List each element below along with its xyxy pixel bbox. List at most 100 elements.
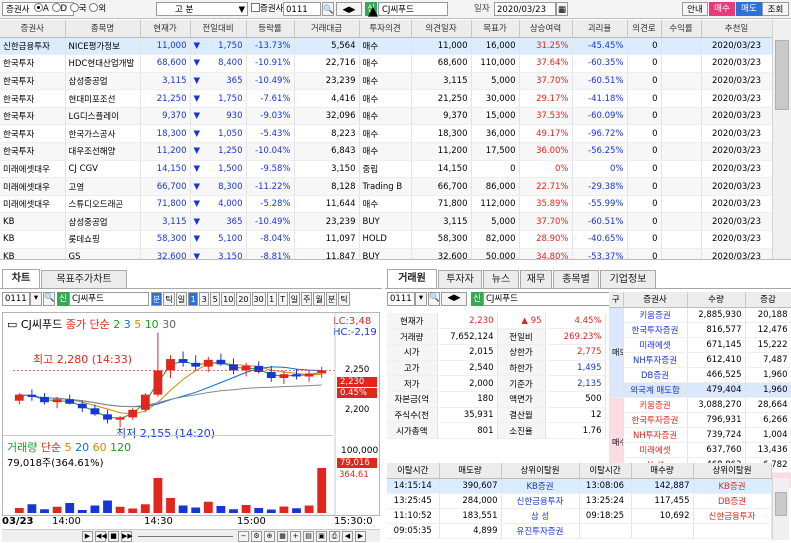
table-row[interactable]: 한국투자 대우조선해양 11,200 ▼ 1,250 -10.04% 6,843 매수 11,2…	[0, 142, 773, 161]
broker-checkbox[interactable]	[251, 3, 260, 12]
table-row[interactable]: 한국투자 LG디스플레이 9,370 ▼ 930 -9.03% 32,096 매수 9,370 1…	[0, 107, 773, 126]
trade-stock-name[interactable]: CJ씨푸드	[483, 292, 613, 306]
broker-row[interactable]: 한국투자증권 816,577 12,476	[609, 322, 791, 338]
zoom-out-icon[interactable]: −	[238, 531, 249, 542]
search-icon[interactable]: 🔍	[428, 292, 440, 306]
chart-period-10[interactable]: T	[277, 292, 288, 306]
table-row[interactable]: 한국투자 현대미포조선 21,250 ▼ 1,750 -7.61% 4,416 매수 21,25…	[0, 89, 773, 108]
broker-row[interactable]: 한국투자증권 796,931 6,266	[609, 412, 791, 428]
chart-period-0[interactable]: 분	[151, 292, 163, 306]
chevron-down-icon[interactable]: ▾	[415, 292, 427, 306]
column-header-4[interactable]: 등락률	[246, 20, 295, 38]
tab-chart[interactable]: 차트	[2, 269, 40, 288]
lookup-button[interactable]: 조회	[762, 2, 789, 16]
stock-name-cell[interactable]: 대우조선해양	[65, 142, 141, 161]
prev-next-icon[interactable]: ◀▶	[441, 292, 467, 306]
grid-icon[interactable]: ▦	[277, 531, 288, 542]
stock-name-cell[interactable]: GS	[65, 248, 141, 259]
column-header-13[interactable]: 추천일	[701, 20, 773, 38]
broker-row[interactable]: NH투자증권 612,410 7,487	[609, 352, 791, 368]
tab-3[interactable]: 재무	[520, 270, 552, 288]
price-chart-area[interactable]: ▭ CJ씨푸드 종가 단순 2 3 5 10 30 LC:3,48 HC:-2,…	[2, 312, 380, 517]
chevron-down-icon[interactable]: ▾	[30, 292, 42, 306]
chart-period-5[interactable]: 5	[210, 292, 221, 306]
expand-icon[interactable]: ◀	[342, 531, 353, 542]
broker-row[interactable]: DB증권 466,525 1,960	[609, 367, 791, 383]
stock-name-cell[interactable]: HDC현대산업개발	[65, 54, 141, 73]
chart-period-13[interactable]: 월	[313, 292, 325, 306]
stock-name-cell[interactable]: 롯데쇼핑	[65, 230, 141, 249]
broker-row[interactable]: 미래에셋 637,760 13,436	[609, 442, 791, 458]
chart-period-2[interactable]: 일	[175, 292, 188, 306]
column-header-2[interactable]: 현재가	[140, 20, 191, 38]
stock-name-cell[interactable]: 스튜디오드래곤	[65, 195, 141, 214]
column-header-12[interactable]: 수익률	[661, 20, 702, 38]
date-input[interactable]: 2020/03/23	[494, 2, 556, 16]
chart-period-3[interactable]: 1	[188, 292, 199, 306]
sell-button[interactable]: 매도	[736, 2, 762, 16]
chart-period-8[interactable]: 30	[251, 292, 266, 306]
radio-foreign2[interactable]	[89, 3, 99, 12]
tab-target-chart[interactable]: 목표주가차트	[41, 270, 127, 288]
stock-name-cell[interactable]: 고영	[65, 177, 141, 196]
table-row[interactable]: 한국투자 삼성중공업 3,115 ▼ 365 -10.49% 23,239 매수 3,115 5,…	[0, 72, 773, 91]
tab-5[interactable]: 기업정보	[600, 270, 656, 288]
report-scroll-thumb[interactable]	[775, 40, 789, 110]
chart-period-11[interactable]: 일	[288, 292, 301, 306]
search-icon[interactable]: 🔍	[43, 292, 55, 306]
trade-code-input[interactable]: 0111	[387, 292, 415, 306]
chart-period-7[interactable]: 20	[236, 292, 251, 306]
radio-foreign[interactable]	[69, 3, 79, 12]
tab-4[interactable]: 종목별	[553, 270, 599, 288]
chart-code-input[interactable]: 0111	[2, 292, 30, 306]
column-header-8[interactable]: 목표가	[471, 20, 520, 38]
table-row[interactable]: 미래에셋대우 스튜디오드래곤 71,800 ▼ 4,000 -5.28% 11,644 매수 7…	[0, 195, 773, 214]
table-row[interactable]: 미래에셋대우 CJ CGV 14,150 ▼ 1,500 -9.58% 3,150 중립 14,…	[0, 160, 773, 179]
radio-domestic[interactable]	[51, 3, 61, 12]
chart-period-12[interactable]: 주	[301, 292, 313, 306]
stock-name-cell[interactable]: 한국가스공사	[65, 124, 141, 144]
prev-next-icon[interactable]: ◀▶	[336, 2, 362, 16]
broker-row[interactable]: 매도키움증권2,885,93020,188	[609, 307, 791, 398]
trade-row[interactable]: 14:15:14 390,607 KB증권 13:08:06 142,887 KB증권	[387, 478, 772, 494]
column-header-9[interactable]: 상승여력	[519, 20, 573, 38]
broker-row[interactable]: 미래에셋 671,145 15,222	[609, 337, 791, 353]
chart-period-15[interactable]: 틱	[338, 292, 350, 306]
chart-stock-name[interactable]: CJ씨푸드	[69, 292, 149, 306]
rewind-icon[interactable]: ◀◀	[95, 531, 107, 542]
table-row[interactable]: KB 롯데쇼핑 58,300 ▼ 5,100 -8.04% 11,097 HOLD 58,300…	[0, 230, 773, 249]
zoom-in-icon[interactable]: +	[290, 531, 301, 542]
table-row[interactable]: 한국투자 한국가스공사 18,300 ▼ 1,050 -5.43% 8,223 매수 18,30…	[0, 124, 773, 144]
column-header-5[interactable]: 거래대금	[294, 20, 360, 38]
broker-row[interactable]: NH투자증권 739,724 1,004	[609, 427, 791, 443]
stock-name-cell[interactable]: 삼성중공업	[65, 72, 141, 91]
radio-all[interactable]	[34, 3, 43, 12]
table-row[interactable]: 신한금융투자 NICE평가정보 11,000 ▼ 1,750 -13.73% 5,564 매수…	[0, 37, 773, 56]
chart-period-6[interactable]: 10	[221, 292, 236, 306]
stock-name-cell[interactable]: NICE평가정보	[65, 37, 141, 56]
stock-name-cell[interactable]: LG디스플레이	[65, 107, 141, 126]
code-input[interactable]: 0111	[283, 2, 321, 16]
buy-button[interactable]: 매수	[709, 2, 735, 16]
playback-slider[interactable]	[138, 536, 233, 537]
stock-name-cell[interactable]: 현대미포조선	[65, 89, 141, 108]
table-row[interactable]: 미래에셋대우 고영 66,700 ▼ 8,300 -11.22% 8,128 Trading …	[0, 177, 773, 196]
chart-period-14[interactable]: 분	[325, 292, 338, 306]
trades-scrollbar[interactable]	[772, 478, 789, 540]
code-search-icon[interactable]: 🔍	[322, 2, 334, 16]
lock-icon[interactable]: ▤	[303, 531, 314, 542]
column-header-6[interactable]: 투자의견	[359, 20, 412, 38]
stop-icon[interactable]: ■	[108, 531, 119, 542]
stock-name-cell[interactable]: CJ CGV	[65, 160, 141, 179]
stock-name-cell[interactable]: 삼성중공업	[65, 212, 141, 232]
chart-period-1[interactable]: 틱	[163, 292, 175, 306]
tab-0[interactable]: 거래원	[387, 269, 437, 288]
collapse-right-icon[interactable]: ▶	[355, 531, 366, 542]
column-header-7[interactable]: 의견일자	[411, 20, 472, 38]
settings-icon[interactable]: ⚙	[251, 531, 262, 542]
save-icon[interactable]: ▣	[316, 531, 327, 542]
column-header-0[interactable]: 증권사	[0, 20, 66, 38]
tab-2[interactable]: 뉴스	[483, 270, 519, 288]
table-row[interactable]: KB 삼성중공업 3,115 ▼ 365 -10.49% 23,239 BUY 3,115 5,0…	[0, 212, 773, 232]
chart-period-9[interactable]: 1	[266, 292, 277, 306]
